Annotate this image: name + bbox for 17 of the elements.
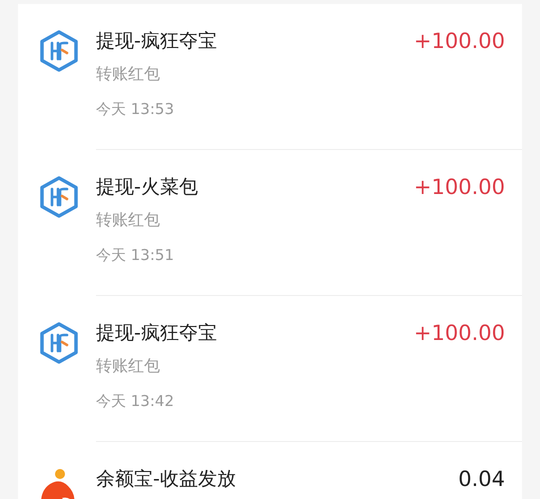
transaction-type: 转账红包 <box>96 209 160 231</box>
hexagon-logo-icon <box>38 176 80 218</box>
transaction-amount: +100.00 <box>414 28 505 55</box>
hexagon-logo-icon <box>38 30 80 72</box>
transaction-type: 转账红包 <box>96 63 160 85</box>
transaction-time: 今天 13:42 <box>96 391 174 412</box>
transaction-title: 余额宝-收益发放 <box>96 467 236 492</box>
transaction-type: 转账红包 <box>96 355 160 377</box>
hexagon-logo-icon <box>38 322 80 364</box>
transaction-amount: 0.04 <box>458 466 505 493</box>
transaction-title: 提现-火菜包 <box>96 175 198 200</box>
transaction-amount: +100.00 <box>414 320 505 347</box>
transaction-amount: +100.00 <box>414 174 505 201</box>
transaction-title: 提现-疯狂夺宝 <box>96 321 217 346</box>
transaction-title: 提现-疯狂夺宝 <box>96 29 217 54</box>
transaction-time: 今天 13:53 <box>96 99 174 120</box>
transaction-time: 今天 13:51 <box>96 245 174 266</box>
